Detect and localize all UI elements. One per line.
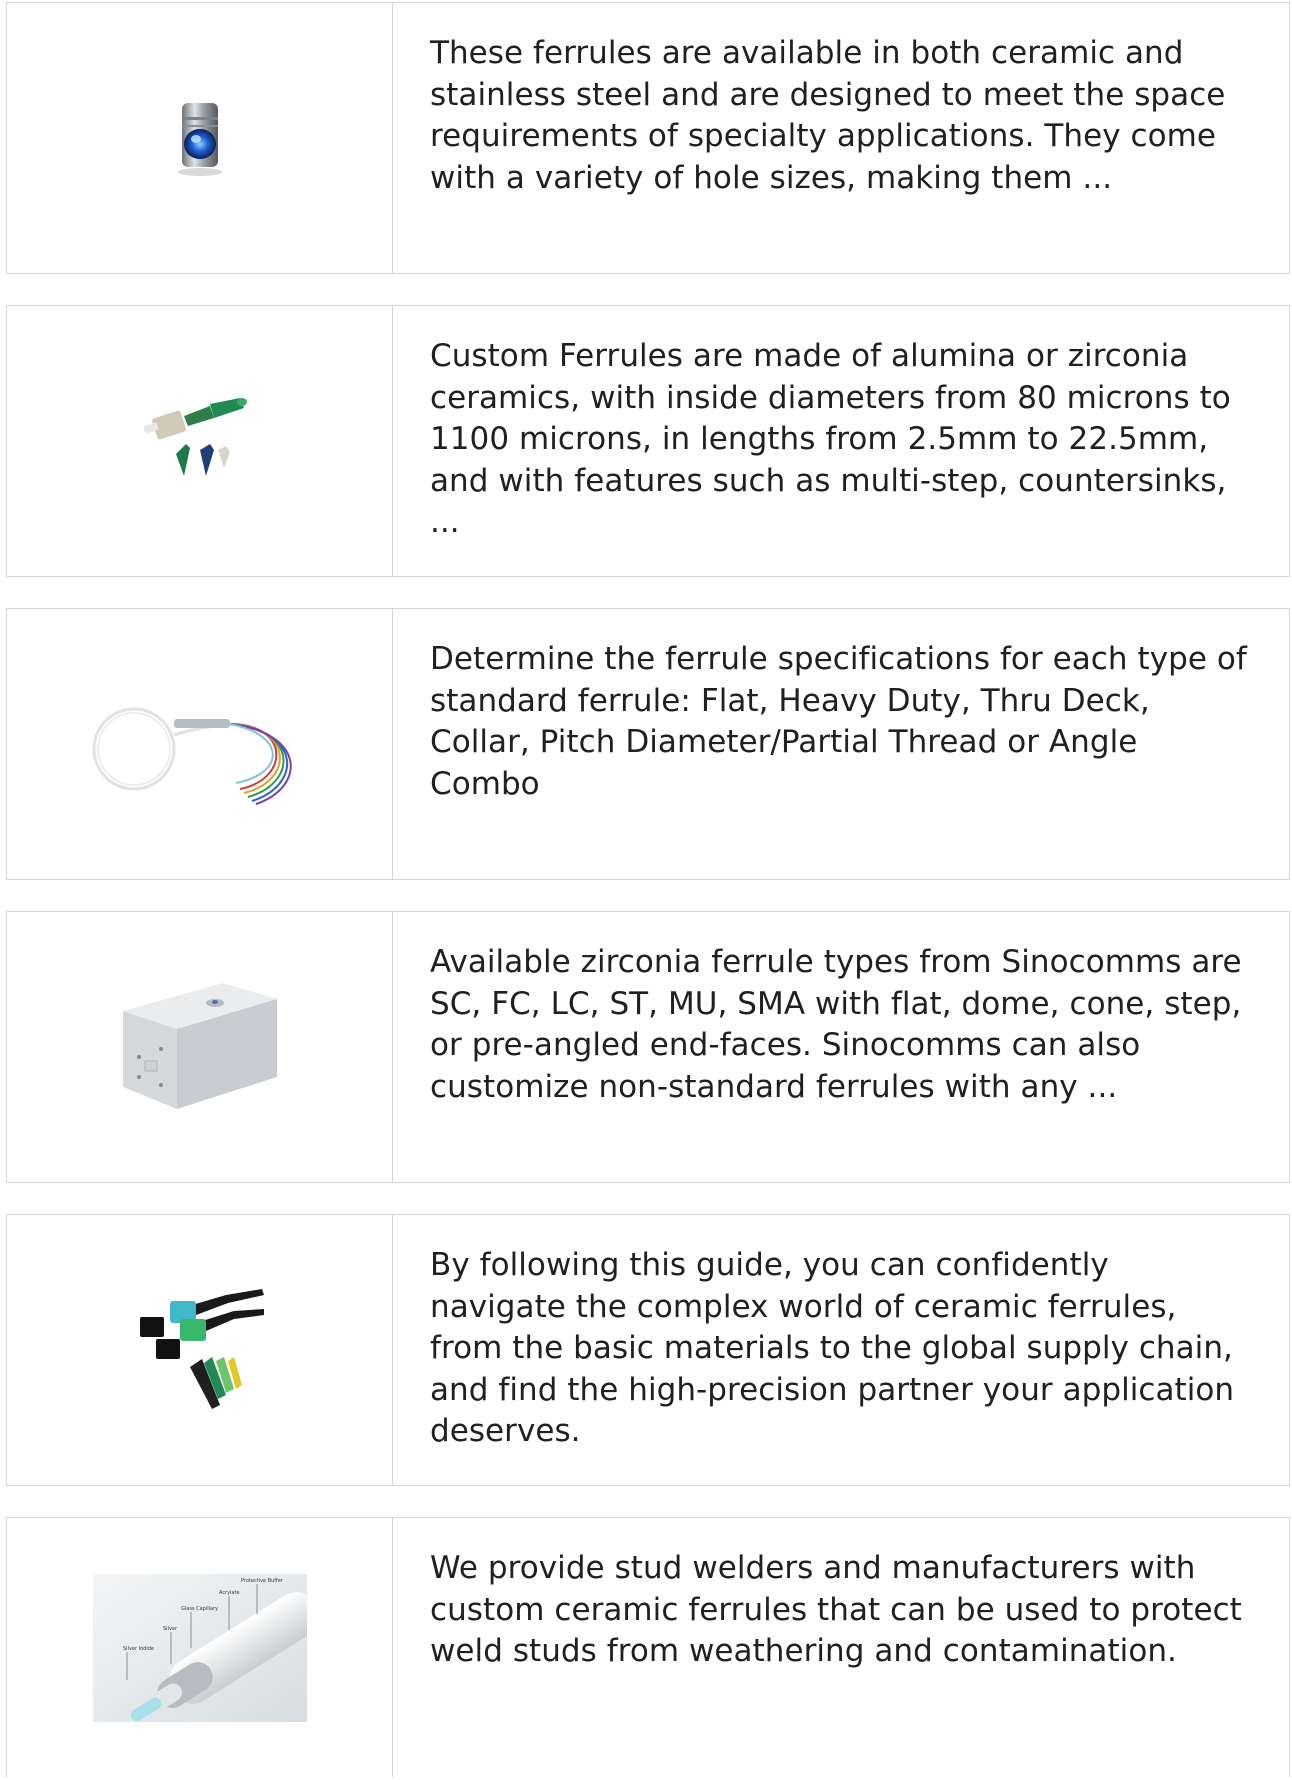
list-item[interactable]: These ferrules are available in both cer… <box>6 2 1290 274</box>
diagram-label: Acrylate <box>219 1590 240 1596</box>
diagram-label: Protective Buffer <box>241 1578 284 1584</box>
fiber-terminal-box-image <box>122 983 277 1109</box>
item-description: These ferrules are available in both cer… <box>430 35 1226 196</box>
product-thumbnail[interactable] <box>7 1215 393 1485</box>
fiber-splitter-pigtails-image <box>92 707 292 805</box>
product-thumbnail[interactable] <box>7 609 393 879</box>
diagram-label: Glass Capillary <box>181 1606 218 1612</box>
list-item[interactable]: Custom Ferrules are made of alumina or z… <box>6 305 1290 577</box>
list-item[interactable]: Determine the ferrule specifications for… <box>6 608 1290 880</box>
item-description: By following this guide, you can confide… <box>430 1247 1235 1449</box>
product-thumbnail[interactable]: Protective Buffer Acrylate Glass Capilla… <box>7 1518 393 1777</box>
mpo-connector-kit-image <box>139 1289 264 1409</box>
item-description: Available zirconia ferrule types from Si… <box>430 944 1242 1105</box>
lc-connector-parts-image <box>143 398 247 476</box>
item-description: We provide stud welders and manufacturer… <box>430 1550 1242 1669</box>
fiber-layer-diagram-image: Protective Buffer Acrylate Glass Capilla… <box>92 1573 307 1722</box>
product-thumbnail[interactable] <box>7 306 393 576</box>
diagram-label: Silver <box>163 1626 178 1632</box>
list-item[interactable]: Protective Buffer Acrylate Glass Capilla… <box>6 1517 1290 1777</box>
product-thumbnail[interactable] <box>7 3 393 273</box>
item-description: Determine the ferrule specifications for… <box>430 641 1247 802</box>
list-item[interactable]: Available zirconia ferrule types from Si… <box>6 911 1290 1183</box>
list-item[interactable]: By following this guide, you can confide… <box>6 1214 1290 1486</box>
diagram-label: Silver Iodide <box>123 1646 154 1652</box>
item-description: Custom Ferrules are made of alumina or z… <box>430 338 1231 540</box>
steel-ferrule-lens-image <box>177 103 222 176</box>
ferrule-product-list: These ferrules are available in both cer… <box>6 2 1290 1777</box>
product-thumbnail[interactable] <box>7 912 393 1182</box>
